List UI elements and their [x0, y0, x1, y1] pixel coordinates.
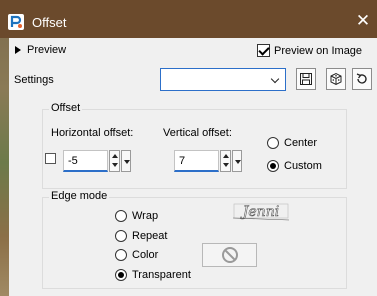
offset-legend: Offset — [49, 102, 83, 114]
reset-icon — [356, 73, 367, 84]
dialog-client-area: Preview Preview on Image Settings Offset… — [9, 38, 377, 296]
watermark-logo: Jenni — [232, 203, 290, 220]
no-color-icon — [221, 247, 238, 263]
settings-dropdown[interactable] — [160, 68, 286, 91]
radio-button[interactable] — [115, 249, 127, 261]
offset-group: Offset — [42, 102, 347, 189]
radio-button[interactable] — [267, 137, 279, 149]
color-radio[interactable]: Color — [115, 249, 158, 261]
checkbox-box[interactable] — [257, 44, 270, 57]
reset-button[interactable] — [352, 68, 372, 90]
edge-mode-legend: Edge mode — [49, 190, 110, 202]
vertical-offset-label: Vertical offset: — [163, 127, 232, 139]
color-label: Color — [132, 249, 159, 261]
dice-icon — [330, 72, 342, 86]
background-image-strip — [0, 0, 9, 296]
preview-toggle[interactable]: Preview — [15, 44, 66, 56]
preview-on-image-checkbox[interactable]: Preview on Image — [257, 44, 362, 57]
settings-label: Settings — [14, 74, 54, 86]
wrap-radio[interactable]: Wrap — [115, 210, 158, 222]
save-preset-button[interactable] — [296, 68, 316, 90]
transparent-radio[interactable]: Transparent — [115, 269, 191, 281]
chevron-down-icon[interactable] — [269, 70, 284, 89]
repeat-radio[interactable]: Repeat — [115, 230, 167, 242]
vertical-offset-input[interactable]: 7 — [174, 150, 219, 172]
expand-arrow-icon — [15, 46, 21, 54]
preview-on-image-label: Preview on Image — [274, 44, 363, 57]
link-offsets-checkbox[interactable] — [45, 153, 56, 164]
radio-button[interactable] — [115, 269, 127, 281]
vertical-offset-dropdown[interactable] — [232, 150, 242, 172]
floppy-disk-icon — [300, 73, 312, 85]
spin-down-icon[interactable] — [221, 161, 230, 171]
transparent-label: Transparent — [132, 269, 191, 281]
radio-button[interactable] — [267, 160, 279, 172]
radio-button[interactable] — [115, 230, 127, 242]
spin-up-icon[interactable] — [110, 151, 119, 161]
app-logo-icon — [8, 14, 24, 30]
custom-label: Custom — [284, 160, 322, 172]
horizontal-offset-label: Horizontal offset: — [51, 127, 134, 139]
wrap-label: Wrap — [132, 210, 159, 222]
repeat-label: Repeat — [132, 230, 168, 242]
title-bar[interactable]: Offset ✕ — [0, 0, 377, 38]
center-label: Center — [284, 137, 318, 149]
horizontal-offset-input[interactable]: -5 — [63, 150, 108, 172]
horizontal-offset-spinner[interactable] — [109, 150, 120, 172]
radio-button[interactable] — [115, 210, 127, 222]
spin-down-icon[interactable] — [110, 161, 119, 171]
svg-text:Jenni: Jenni — [240, 204, 279, 220]
horizontal-offset-dropdown[interactable] — [121, 150, 131, 172]
vertical-offset-spinner[interactable] — [220, 150, 231, 172]
preview-label: Preview — [27, 44, 67, 56]
center-radio[interactable]: Center — [267, 137, 317, 149]
window-title: Offset — [32, 15, 67, 30]
edge-mode-group: Edge mode — [42, 190, 347, 289]
close-button[interactable]: ✕ — [355, 12, 371, 30]
randomize-button[interactable] — [326, 68, 346, 90]
edge-color-swatch[interactable] — [202, 243, 257, 267]
custom-radio[interactable]: Custom — [267, 160, 322, 172]
spin-up-icon[interactable] — [221, 151, 230, 161]
